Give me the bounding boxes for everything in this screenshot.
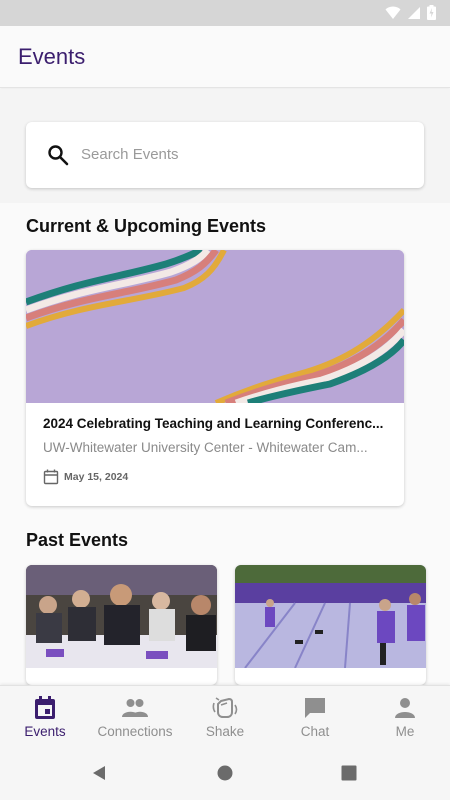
- calendar-icon: [35, 696, 55, 719]
- nav-label: Events: [24, 724, 66, 739]
- event-date-row: May 15, 2024: [43, 469, 128, 485]
- nav-label: Connections: [97, 724, 173, 739]
- event-banner-image: [26, 250, 404, 403]
- nav-item-connections[interactable]: Connections: [90, 686, 180, 748]
- signal-icon: [408, 6, 420, 19]
- bottom-navigation: Events Connections Shake Chat Me: [0, 685, 450, 747]
- past-event-image-outdoor: [235, 565, 426, 668]
- search-icon: [48, 145, 69, 166]
- battery-icon: [427, 5, 436, 20]
- past-event-card[interactable]: [26, 565, 217, 685]
- people-icon: [122, 699, 148, 717]
- search-area: Search Events: [0, 89, 450, 203]
- nav-label: Chat: [300, 724, 330, 739]
- past-event-image-conference: [26, 565, 217, 668]
- event-date: May 15, 2024: [64, 471, 129, 483]
- home-icon[interactable]: [217, 765, 233, 781]
- nav-label: Shake: [205, 724, 245, 739]
- search-placeholder: Search Events: [81, 146, 179, 163]
- back-icon[interactable]: [91, 765, 107, 781]
- page-title: Events: [18, 44, 86, 69]
- status-bar: [0, 0, 450, 26]
- nav-item-me[interactable]: Me: [360, 686, 450, 748]
- chat-icon: [305, 698, 325, 718]
- nav-label: Me: [395, 724, 415, 739]
- calendar-icon: [43, 469, 59, 485]
- search-input[interactable]: Search Events: [26, 122, 424, 188]
- event-card[interactable]: 2024 Celebrating Teaching and Learning C…: [26, 250, 404, 506]
- nav-item-events[interactable]: Events: [0, 686, 90, 748]
- recents-icon[interactable]: [341, 765, 357, 781]
- status-icons: [385, 5, 436, 20]
- past-event-card[interactable]: [235, 565, 426, 685]
- wifi-icon: [385, 6, 401, 19]
- app-bar: Events: [0, 26, 450, 88]
- event-title: 2024 Celebrating Teaching and Learning C…: [43, 416, 384, 431]
- nav-item-shake[interactable]: Shake: [180, 686, 270, 748]
- section-title-current: Current & Upcoming Events: [26, 216, 267, 236]
- shake-hand-icon: [212, 697, 238, 718]
- system-navigation-bar: [0, 747, 450, 800]
- section-title-past: Past Events: [26, 530, 129, 550]
- person-icon: [395, 698, 415, 718]
- event-location: UW-Whitewater University Center - Whitew…: [43, 440, 368, 455]
- nav-item-chat[interactable]: Chat: [270, 686, 360, 748]
